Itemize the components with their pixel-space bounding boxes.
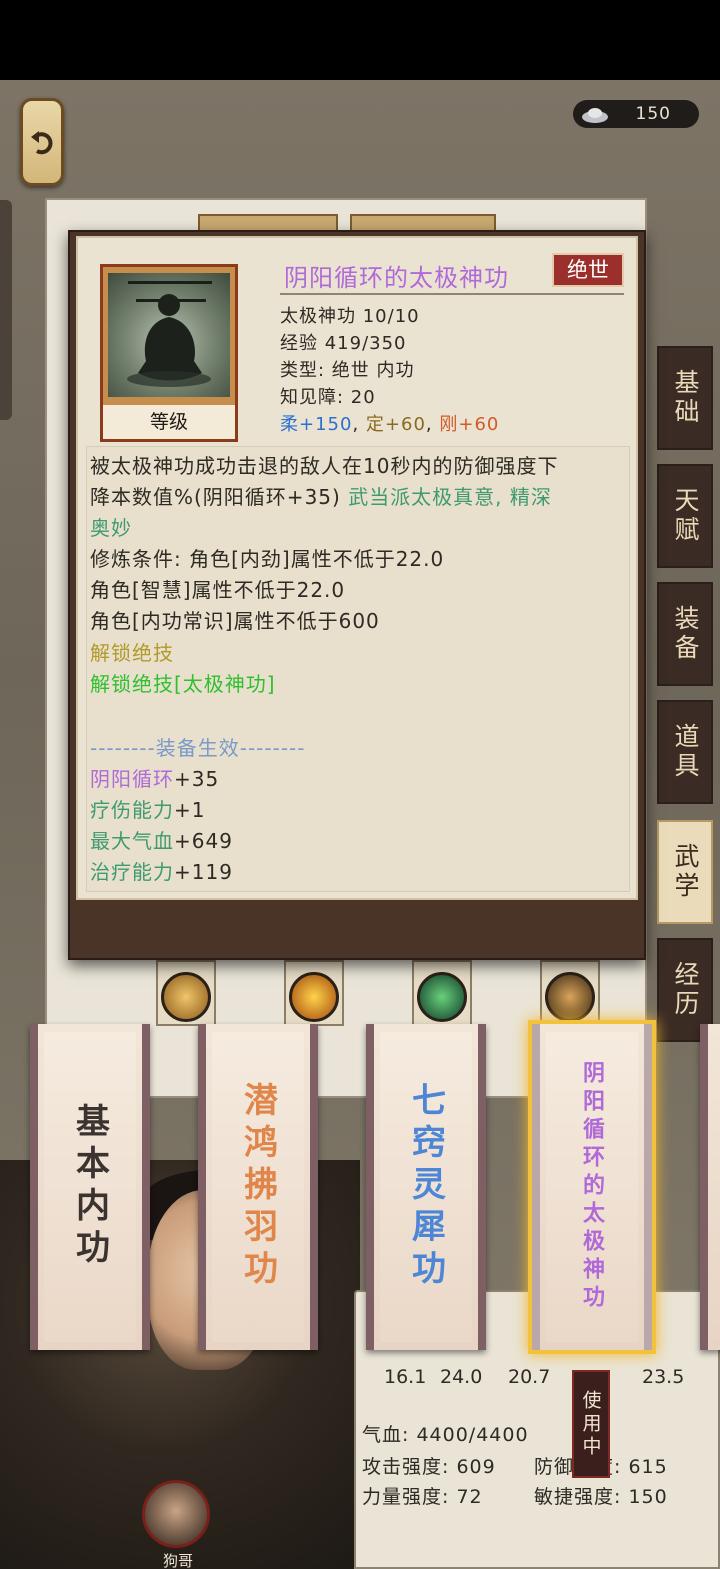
skill-type: 类型: 绝世 内功 — [280, 360, 415, 381]
character-name: 狗哥 — [162, 1552, 193, 1569]
skill-card-name: 基本内功 — [69, 1103, 110, 1271]
stat-number: 23.5 — [642, 1366, 685, 1388]
side-tab-basic[interactable]: 基础 — [657, 346, 713, 450]
stat-qixue: 气血: 4400/4400 — [362, 1424, 529, 1446]
requirement-line: 修炼条件: 角色[内劲]属性不低于22.0 — [90, 547, 445, 571]
side-tab-items[interactable]: 道具 — [657, 700, 713, 804]
unlock-line: 解锁绝技[太极神功] — [90, 672, 276, 696]
effect-label: 疗伤能力 — [90, 798, 174, 822]
skill-orb-icon — [161, 972, 211, 1022]
in-use-tag: 使用中 — [572, 1370, 610, 1478]
effect-label: 最大气血 — [90, 829, 174, 853]
stat-attack: 攻击强度: 609 — [362, 1456, 496, 1478]
title-divider — [280, 293, 624, 295]
effect-value: +35 — [174, 767, 220, 791]
stat-strength: 力量强度: 72 — [362, 1486, 483, 1508]
stat-agility: 敏捷强度: 150 — [534, 1486, 668, 1508]
skill-card[interactable]: 七窍灵犀功 — [366, 1024, 486, 1350]
effect-line: 最大气血+649 — [90, 825, 233, 854]
effect-line: 阴阳循环+35 — [90, 763, 219, 792]
skill-orb-icon — [545, 972, 595, 1022]
effect-line: 疗伤能力+1 — [90, 794, 205, 823]
skill-title: 阴阳循环的太极神功 — [284, 264, 509, 292]
side-tab-martial[interactable]: 武学 — [657, 820, 713, 924]
skill-card-name: 阴阳循环的太极神功 — [579, 1061, 605, 1313]
skill-card[interactable]: 基本内功 — [30, 1024, 150, 1350]
skill-portrait: 等级 — [100, 264, 238, 442]
knowledge-barrier: 知见障: 20 — [280, 387, 376, 408]
skill-attributes: 柔+150, 定+60, 刚+60 — [280, 414, 500, 435]
unlock-line: 解锁绝技 — [90, 641, 174, 665]
left-drawer-handle[interactable] — [0, 200, 12, 420]
desc-wudang: 武当派太极真意, 精深 — [348, 485, 552, 509]
effect-value: +119 — [174, 860, 233, 884]
skill-card-partial[interactable] — [700, 1024, 720, 1350]
portrait-label: 等级 — [103, 405, 235, 439]
side-tab-talent[interactable]: 天赋 — [657, 464, 713, 568]
effect-value: +649 — [174, 829, 233, 853]
attr-rou: 柔+150 — [280, 414, 353, 435]
stat-number: 20.7 — [508, 1366, 551, 1388]
effect-label: 阴阳循环 — [90, 767, 174, 791]
effect-line: 治疗能力+119 — [90, 856, 233, 885]
game-screen: 150 基础 天赋 装备 道具 武学 经历 狗哥 16.1 24.0 20.7 … — [0, 80, 720, 1569]
effect-label: 治疗能力 — [90, 860, 174, 884]
requirement-line: 角色[内功常识]属性不低于600 — [90, 609, 380, 633]
skill-card-name: 七窍灵犀功 — [405, 1082, 446, 1292]
currency-value: 150 — [635, 104, 671, 124]
silver-currency: 150 — [573, 100, 699, 128]
skill-level: 太极神功 10/10 — [280, 306, 420, 327]
meditation-figure-icon — [108, 273, 230, 397]
back-button[interactable] — [20, 98, 64, 186]
back-arrow-icon — [31, 131, 53, 155]
rarity-badge: 绝世 — [552, 253, 624, 287]
skill-orb-icon — [289, 972, 339, 1022]
requirement-line: 角色[智慧]属性不低于22.0 — [90, 578, 346, 602]
skill-card[interactable]: 潜鸿拂羽功 — [198, 1024, 318, 1350]
attr-ding: 定+60 — [365, 414, 426, 435]
skill-card-name: 潜鸿拂羽功 — [237, 1082, 278, 1292]
desc-line: 降本数值%(阴阳循环+35) 武当派太极真意, 精深 — [90, 481, 552, 510]
skill-exp: 经验 419/350 — [280, 333, 407, 354]
character-avatar[interactable] — [142, 1480, 210, 1548]
skill-card-selected[interactable]: 阴阳循环的太极神功 — [532, 1024, 652, 1350]
skill-orb-icon — [417, 972, 467, 1022]
side-tab-equipment[interactable]: 装备 — [657, 582, 713, 686]
stat-number: 16.1 — [384, 1366, 427, 1388]
equip-effects-header: --------装备生效-------- — [90, 736, 306, 760]
silver-ingot-icon — [582, 108, 608, 123]
effect-value: +1 — [174, 798, 206, 822]
desc-line: 奥妙 — [90, 516, 132, 540]
desc-text: 降本数值%(阴阳循环+35) — [90, 485, 341, 509]
desc-line: 被太极神功成功击退的敌人在10秒内的防御强度下 — [90, 454, 559, 478]
attr-gang: 刚+60 — [439, 414, 500, 435]
stat-number: 24.0 — [440, 1366, 483, 1388]
